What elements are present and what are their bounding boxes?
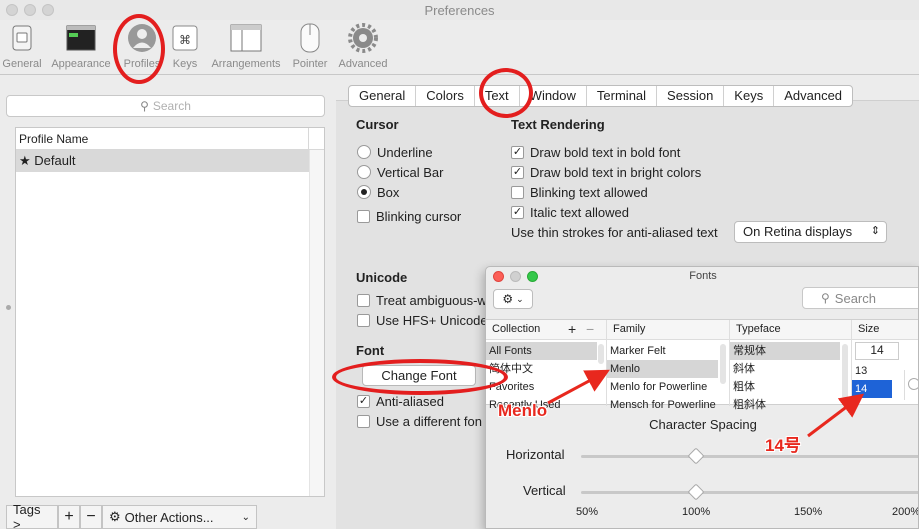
annotation-menlo-label: Menlo (498, 401, 548, 420)
annotation-size-label: 14号 (765, 436, 801, 455)
arrow-to-menlo (547, 369, 610, 405)
arrow-to-size-14 (807, 393, 865, 438)
